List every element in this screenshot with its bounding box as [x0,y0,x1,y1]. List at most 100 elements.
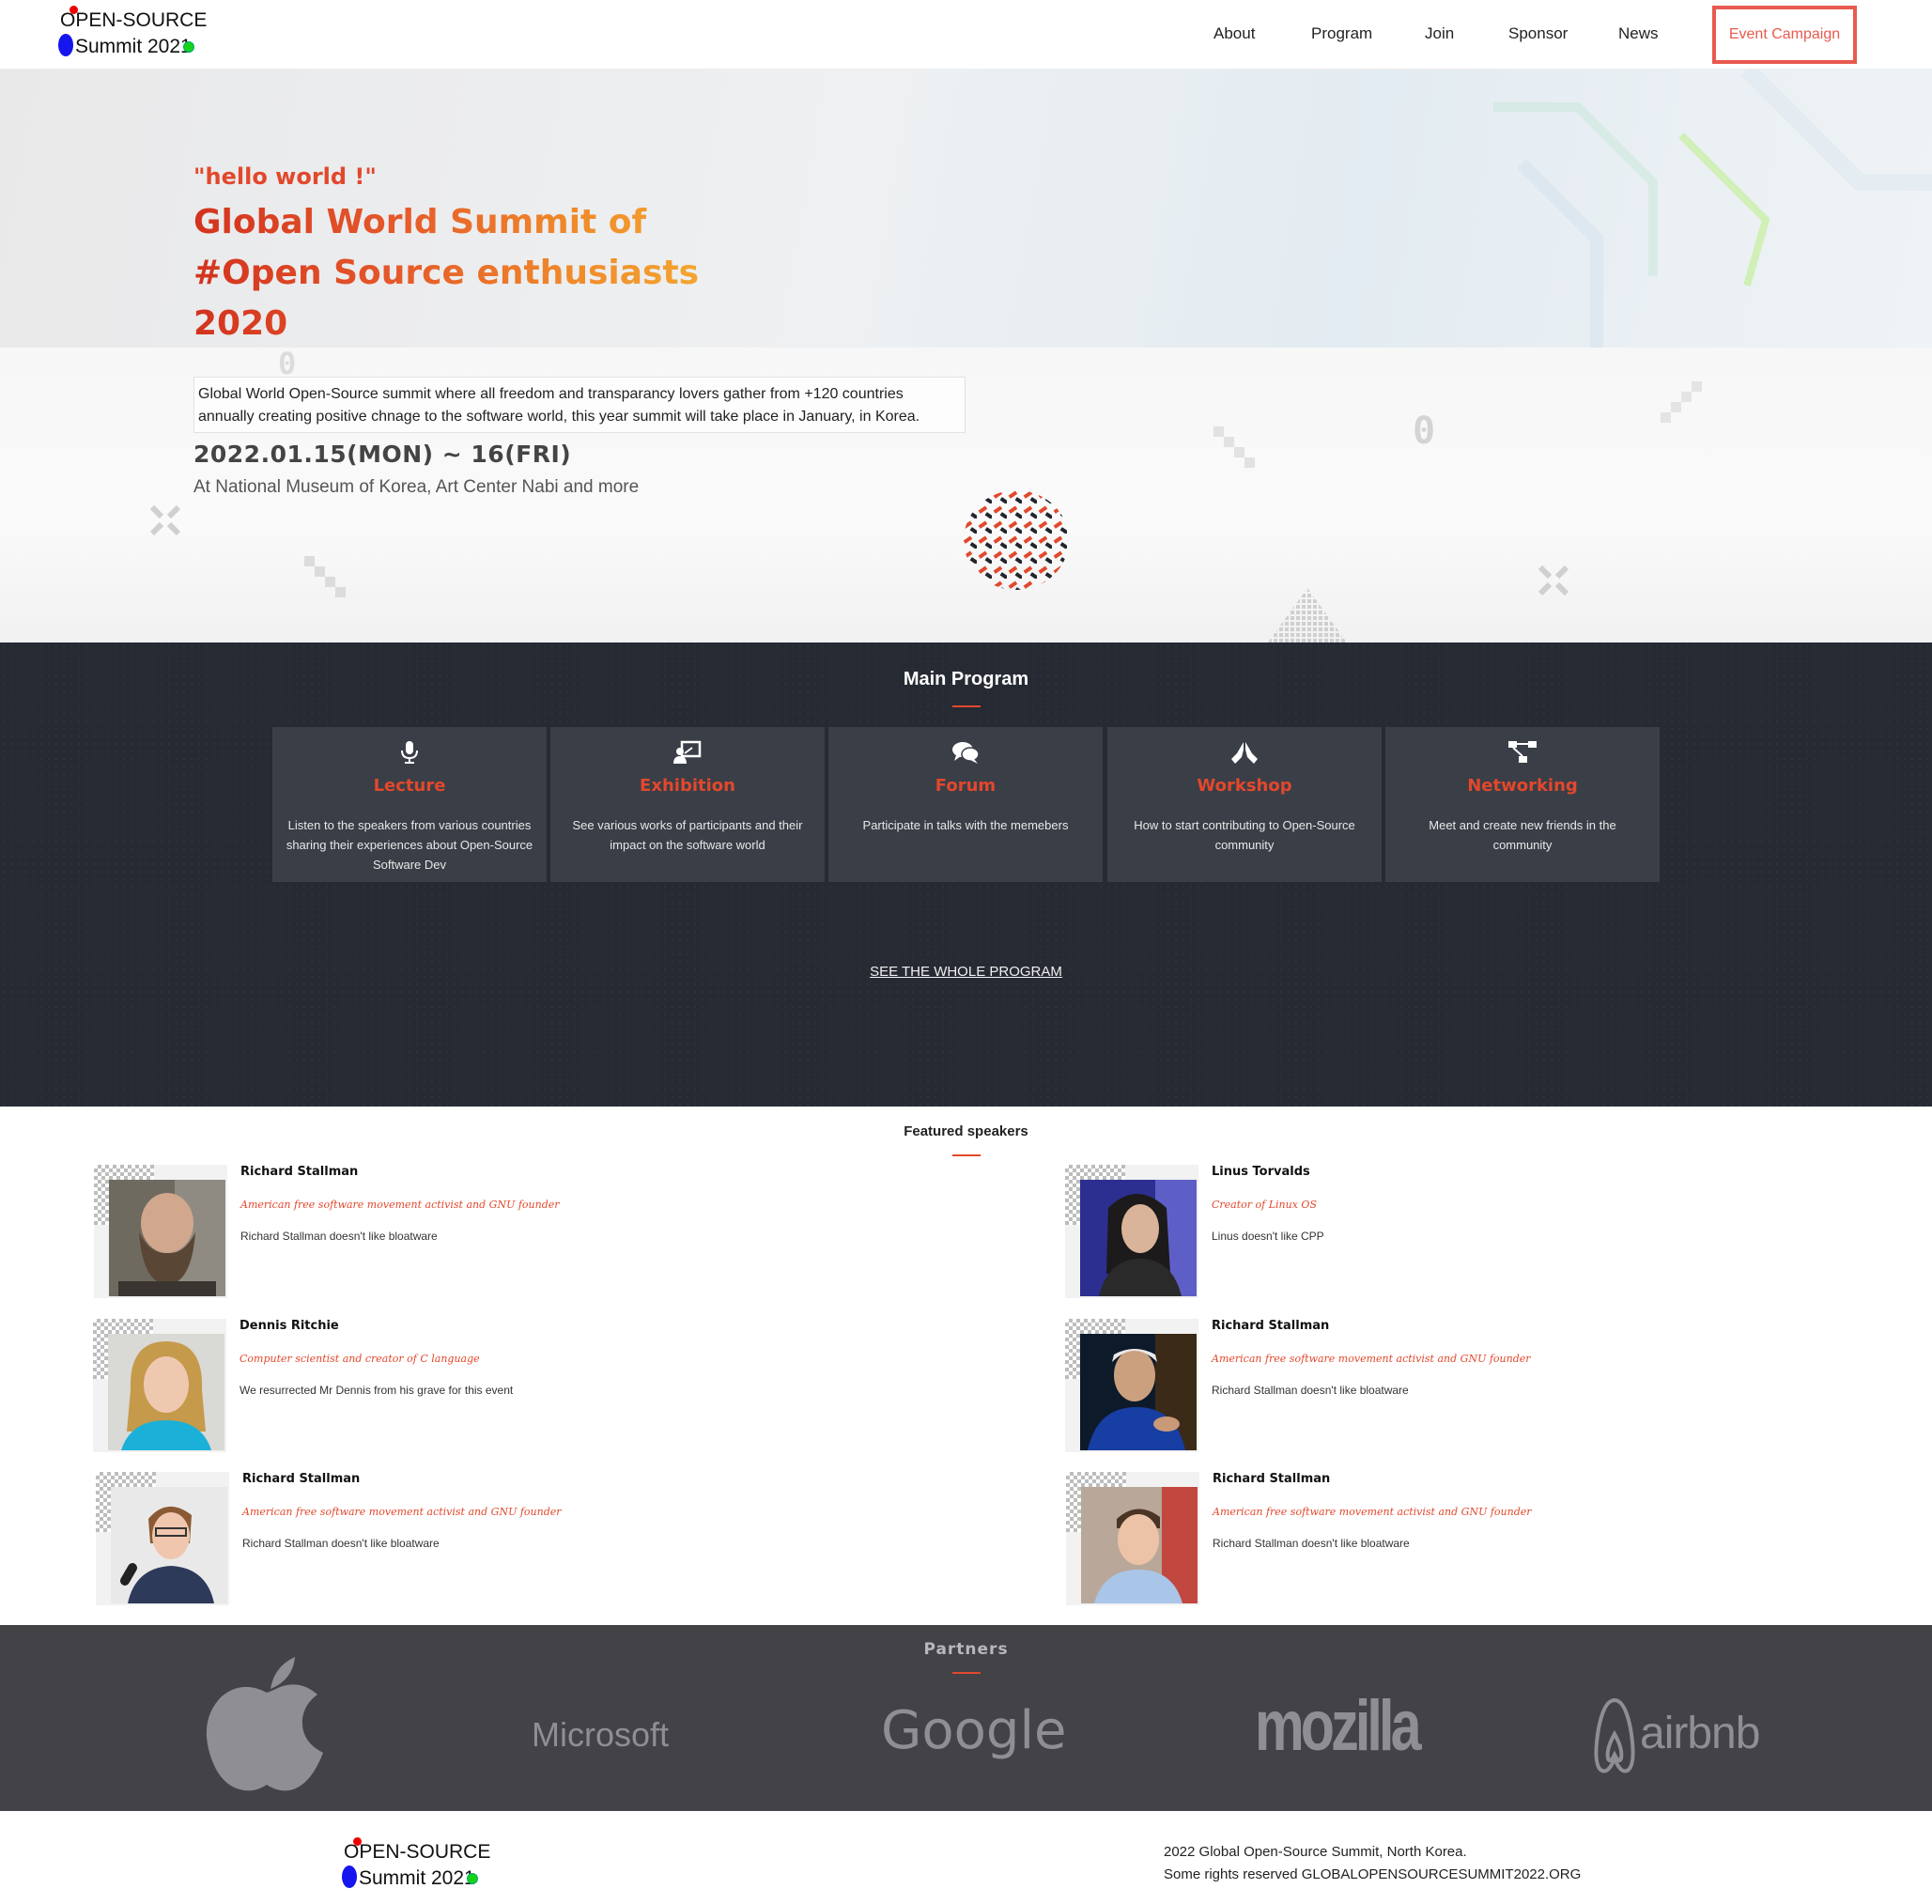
speaker-photo-frame [93,1319,226,1452]
patterned-circle-decoration [964,490,1069,590]
program-card-lecture[interactable]: Lecture Listen to the speakers from vari… [272,727,547,882]
partner-mozilla[interactable]: mozilla [1255,1685,1422,1767]
program-card-title: Lecture [373,776,446,796]
hero-title-line-1: Global World Summit of [193,203,647,241]
partners-underline [952,1672,981,1674]
speaker-photo-frame [1066,1472,1199,1605]
logo-line-2: Summit 2021 [359,1867,475,1889]
logo-blue-dot [58,34,73,56]
event-venue: At National Museum of Korea, Art Center … [193,477,640,497]
event-date: 2022.01.15(MON) ~ 16(FRI) [193,441,572,468]
speaker-role: American free software movement activist… [240,1199,560,1211]
zero-glyph-decoration-2: 0 [1413,410,1436,453]
speaker-role: Computer scientist and creator of C lang… [240,1353,480,1365]
footer-line-1: 2022 Global Open-Source Summit, North Ko… [1164,1844,1467,1860]
partners-section: Partners Microsoft Google mozilla airbnb [0,1625,1932,1811]
nav-sponsor[interactable]: Sponsor [1508,24,1568,43]
x-mark-decoration [149,504,181,536]
site-footer: OPEN-SOURCE Summit 2021 2022 Global Open… [0,1811,1932,1904]
network-icon [1508,741,1537,763]
speaker-name: Linus Torvalds [1212,1165,1310,1179]
speaker-photo [1080,1334,1197,1450]
nav-program[interactable]: Program [1311,24,1372,43]
speaker-card[interactable]: Linus Torvalds Creator of Linux OS Linus… [1065,1165,1910,1301]
speaker-role: Creator of Linux OS [1212,1199,1317,1211]
program-card-exhibition[interactable]: Exhibition See various works of particip… [550,727,825,882]
pixel-stairs-decoration [304,556,346,597]
microphone-icon [401,741,418,764]
program-card-desc: How to start contributing to Open-Source… [1134,818,1355,852]
speaker-photo [1080,1180,1197,1296]
speaker-name: Richard Stallman [240,1165,359,1179]
footer-copyright: 2022 Global Open-Source Summit, North Ko… [1164,1841,1581,1886]
speaker-name: Richard Stallman [1212,1319,1330,1333]
program-card-title: Exhibition [640,776,735,796]
hero-description: Global World Open-Source summit where al… [193,377,966,433]
program-card-forum[interactable]: Forum Participate in talks with the meme… [828,727,1103,882]
hero-section: "hello world !" Global World Summit of #… [0,70,1932,642]
speaker-card[interactable]: Richard Stallman American free software … [94,1165,939,1301]
program-card-workshop[interactable]: Workshop How to start contributing to Op… [1107,727,1382,882]
logo-line-1: OPEN-SOURCE [344,1841,491,1863]
speaker-photo [111,1487,227,1603]
program-card-desc: Meet and create new friends in the commu… [1429,818,1616,852]
hands-icon [1231,742,1258,764]
pixel-stairs-decoration-3 [1661,381,1702,423]
apple-logo[interactable] [195,1651,338,1794]
speaker-card[interactable]: Dennis Ritchie Computer scientist and cr… [93,1319,938,1455]
partner-google[interactable]: Google [881,1700,1066,1761]
program-card-icon-wrap [550,740,825,765]
speaker-card[interactable]: Richard Stallman American free software … [1066,1472,1911,1608]
speaker-name: Dennis Ritchie [240,1319,339,1333]
speaker-photo [108,1334,224,1450]
circuit-decoration [1493,70,1932,348]
speaker-name: Richard Stallman [1213,1472,1331,1486]
speaker-card[interactable]: Richard Stallman American free software … [1065,1319,1910,1455]
logo-green-dot [467,1873,478,1884]
program-card-icon-wrap [828,740,1103,765]
featured-speakers-underline [952,1154,981,1156]
chat-icon [952,742,980,764]
nav-news[interactable]: News [1618,24,1659,43]
speaker-bio: Richard Stallman doesn't like bloatware [242,1537,440,1550]
hero-subtitle: "hello world !" [193,163,377,190]
program-card-title: Workshop [1197,776,1292,796]
speaker-role: American free software movement activist… [242,1506,562,1518]
speaker-bio: Linus doesn't like CPP [1212,1230,1324,1243]
program-card-desc: Participate in talks with the memebers [862,818,1069,832]
nav-join[interactable]: Join [1425,24,1454,43]
partner-airbnb[interactable]: airbnb [1640,1708,1760,1759]
top-nav: OPEN-SOURCE Summit 2021 About Program Jo… [0,0,1932,70]
speaker-photo-frame [1065,1165,1198,1298]
main-program-underline [952,705,981,707]
featured-speakers-title: Featured speakers [904,1123,1028,1139]
speaker-bio: We resurrected Mr Dennis from his grave … [240,1384,514,1397]
dotted-triangle-decoration [1268,588,1347,642]
nav-about[interactable]: About [1213,24,1255,43]
airbnb-icon [1594,1697,1635,1773]
footer-logo[interactable]: OPEN-SOURCE Summit 2021 [342,1837,494,1894]
speaker-photo-frame [96,1472,229,1605]
speaker-card[interactable]: Richard Stallman American free software … [96,1472,941,1608]
partner-microsoft[interactable]: Microsoft [532,1715,669,1755]
speaker-role: American free software movement activist… [1212,1353,1531,1365]
program-card-networking[interactable]: Networking Meet and create new friends i… [1385,727,1660,882]
see-whole-program-link[interactable]: SEE THE WHOLE PROGRAM [0,964,1932,980]
logo-line-2: Summit 2021 [75,36,192,57]
logo-line-1: OPEN-SOURCE [60,9,208,31]
program-card-icon-wrap [1107,740,1382,765]
hero-title-line-2: #Open Source enthusiasts [193,254,700,292]
speaker-role: American free software movement activist… [1213,1506,1532,1518]
program-card-icon-wrap [272,740,547,765]
speaker-bio: Richard Stallman doesn't like bloatware [1213,1537,1410,1550]
event-campaign-button[interactable]: Event Campaign [1712,6,1857,64]
speaker-photo-frame [1065,1319,1198,1452]
presentation-icon [673,740,702,764]
zero-glyph-decoration: 0 [278,346,297,381]
program-card-title: Networking [1467,776,1578,796]
site-logo[interactable]: OPEN-SOURCE Summit 2021 [58,6,210,62]
program-card-desc: Listen to the speakers from various coun… [286,818,533,872]
x-mark-decoration-2 [1538,565,1569,596]
footer-line-2: Some rights reserved GLOBALOPENSOURCESUM… [1164,1866,1582,1882]
program-card-desc: See various works of participants and th… [572,818,803,852]
